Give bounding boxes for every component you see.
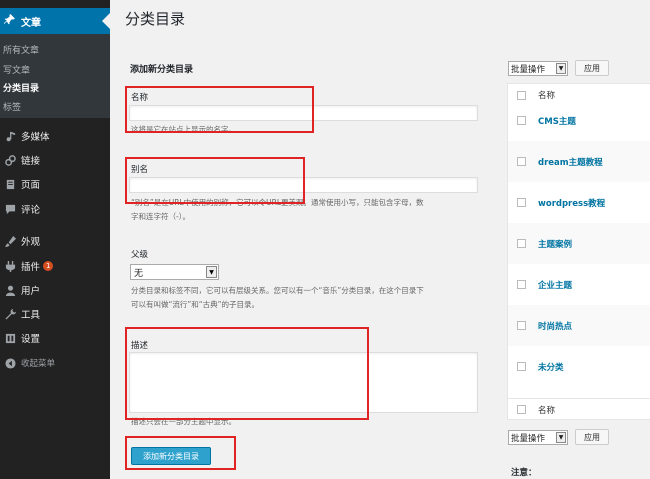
table-row: 企业主题 xyxy=(508,264,650,305)
submenu-all-posts[interactable]: 所有文章 xyxy=(3,43,39,56)
sidebar-item-label: 多媒体 xyxy=(21,132,50,143)
row-checkbox[interactable] xyxy=(517,116,526,125)
name-description: 这将是它在站点上显示的名字。 xyxy=(131,125,236,134)
parent-select[interactable]: 无 ▼ xyxy=(130,264,219,280)
row-checkbox[interactable] xyxy=(517,239,526,248)
category-link[interactable]: 企业主题 xyxy=(538,279,572,291)
category-link[interactable]: wordpress教程 xyxy=(538,197,605,209)
sidebar-item-label: 设置 xyxy=(21,334,41,345)
description-help: 描述只会在一部分主题中显示。 xyxy=(131,417,236,426)
slug-input[interactable] xyxy=(129,177,478,193)
row-checkbox[interactable] xyxy=(517,362,526,371)
apply-button-bottom[interactable]: 应用 xyxy=(575,429,609,445)
bulk-actions-select-top[interactable]: 批量操作 ▼ xyxy=(508,61,568,76)
table-footer: 名称 xyxy=(508,398,650,420)
page-title: 分类目录 xyxy=(125,10,186,28)
chevron-down-icon: ▼ xyxy=(556,432,566,443)
sidebar-item-label: 文章 xyxy=(21,17,41,29)
description-textarea[interactable] xyxy=(129,352,478,413)
admin-sidebar: 文章 所有文章 写文章 分类目录 标签 多媒体 链接 页面 评论 外观 插件 1… xyxy=(0,0,110,479)
sidebar-item-plugins[interactable]: 插件 1 xyxy=(0,255,110,277)
posts-submenu: 所有文章 写文章 分类目录 标签 xyxy=(0,34,110,118)
submenu-tags[interactable]: 标签 xyxy=(3,100,21,113)
sidebar-item-posts[interactable]: 文章 xyxy=(0,8,110,34)
name-label: 名称 xyxy=(131,93,149,103)
link-icon xyxy=(4,154,16,166)
parent-label: 父级 xyxy=(131,250,149,260)
collapse-menu-button[interactable]: 收起菜单 xyxy=(0,352,110,374)
settings-icon xyxy=(4,332,16,344)
media-icon xyxy=(4,130,16,142)
slug-label: 别名 xyxy=(131,165,149,175)
sidebar-item-label: 收起菜单 xyxy=(21,359,56,369)
tools-icon xyxy=(4,308,16,320)
sidebar-item-settings[interactable]: 设置 xyxy=(0,327,110,349)
sidebar-item-label: 页面 xyxy=(21,180,41,191)
chevron-down-icon: ▼ xyxy=(206,266,217,278)
select-all-checkbox[interactable] xyxy=(517,90,526,100)
note-heading: 注意： xyxy=(511,468,537,478)
sidebar-item-label: 评论 xyxy=(21,205,41,216)
sidebar-item-users[interactable]: 用户 xyxy=(0,279,110,301)
sidebar-item-comments[interactable]: 评论 xyxy=(0,198,110,220)
user-icon xyxy=(4,284,16,296)
select-all-checkbox[interactable] xyxy=(517,405,526,414)
category-link[interactable]: 时尚热点 xyxy=(538,320,572,332)
parent-description: 分类目录和标签不同，它可以有层级关系。您可以有一个“音乐”分类目录，在这个目录下… xyxy=(131,286,424,309)
column-header-name[interactable]: 名称 xyxy=(538,404,555,416)
table-row: CMS主题 xyxy=(508,100,650,141)
add-category-button[interactable]: 添加新分类目录 xyxy=(131,447,211,465)
category-link[interactable]: dream主题教程 xyxy=(538,156,603,168)
category-link[interactable]: CMS主题 xyxy=(538,115,576,127)
form-title: 添加新分类目录 xyxy=(130,65,194,75)
sidebar-item-label: 插件 xyxy=(21,262,41,273)
sidebar-item-label: 链接 xyxy=(21,156,41,167)
sidebar-item-links[interactable]: 链接 xyxy=(0,149,110,171)
sidebar-item-tools[interactable]: 工具 xyxy=(0,303,110,325)
plugin-update-badge: 1 xyxy=(43,261,54,271)
bulk-actions-select-bottom[interactable]: 批量操作 ▼ xyxy=(508,430,568,445)
sidebar-item-label: 工具 xyxy=(21,310,41,321)
name-input[interactable] xyxy=(129,105,478,121)
sidebar-item-label: 外观 xyxy=(21,237,41,248)
comment-icon xyxy=(4,203,16,215)
category-link[interactable]: 主题案例 xyxy=(538,238,572,250)
parent-select-value: 无 xyxy=(134,268,144,279)
row-checkbox[interactable] xyxy=(517,321,526,330)
sidebar-item-label: 用户 xyxy=(21,286,41,297)
submenu-categories[interactable]: 分类目录 xyxy=(3,81,39,94)
table-row: 未分类 xyxy=(508,346,650,387)
table-row: 时尚热点 xyxy=(508,305,650,346)
categories-table: 名称 CMS主题 dream主题教程 wordpress教程 主题案例 企业主题… xyxy=(507,83,650,420)
table-row: 主题案例 xyxy=(508,223,650,264)
sidebar-item-media[interactable]: 多媒体 xyxy=(0,125,110,147)
sidebar-item-appearance[interactable]: 外观 xyxy=(0,230,110,252)
table-row: dream主题教程 xyxy=(508,141,650,182)
plugin-icon xyxy=(4,260,16,272)
collapse-icon xyxy=(4,357,16,369)
sidebar-item-pages[interactable]: 页面 xyxy=(0,173,110,195)
table-row: wordpress教程 xyxy=(508,182,650,223)
slug-description: “别名”是在URL中使用的别称，它可以令URL更美观。通常使用小写，只能包含字母… xyxy=(131,198,424,221)
pin-icon xyxy=(4,14,15,28)
category-link[interactable]: 未分类 xyxy=(538,361,564,373)
apply-button-top[interactable]: 应用 xyxy=(575,60,609,76)
chevron-down-icon: ▼ xyxy=(556,63,566,74)
row-checkbox[interactable] xyxy=(517,198,526,207)
row-checkbox[interactable] xyxy=(517,157,526,166)
description-label: 描述 xyxy=(131,341,149,351)
row-checkbox[interactable] xyxy=(517,280,526,289)
appearance-icon xyxy=(4,235,16,247)
active-arrow xyxy=(102,13,110,29)
submenu-new-post[interactable]: 写文章 xyxy=(3,63,30,76)
page-icon xyxy=(4,178,16,190)
